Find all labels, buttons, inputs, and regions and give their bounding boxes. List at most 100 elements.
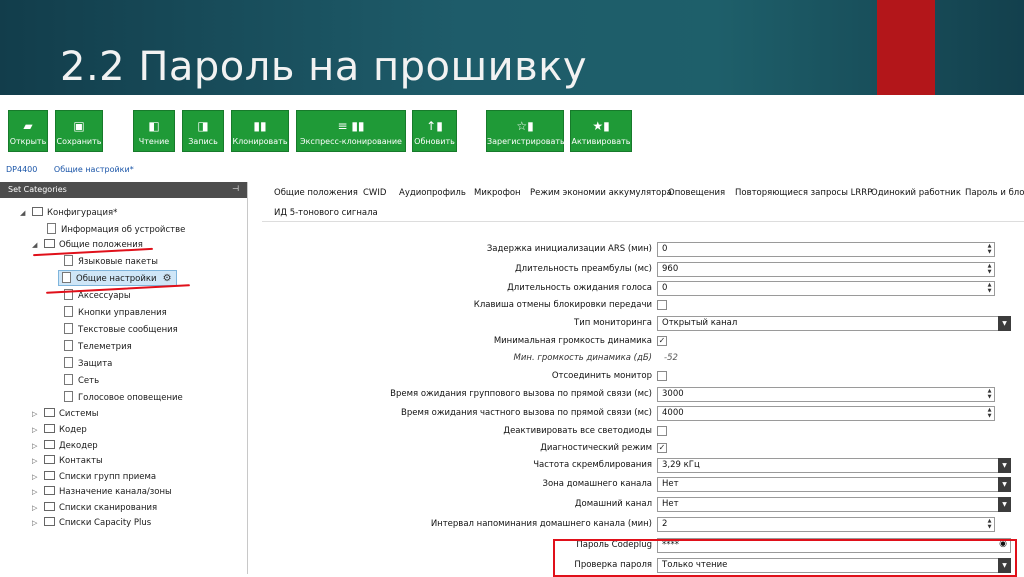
setting-row: Зона домашнего канала Нет ▼ — [262, 476, 1024, 494]
tree-item-systems[interactable]: ▷ Системы — [32, 406, 98, 422]
monitor-type-select[interactable]: Открытый канал ▼ — [657, 316, 1011, 331]
expand-arrow-icon[interactable]: ▷ — [32, 484, 44, 500]
chevron-down-icon[interactable]: ▼ — [998, 316, 1011, 331]
config-icon — [32, 207, 43, 216]
breadcrumb-device[interactable]: DP4400 — [6, 165, 37, 174]
update-button[interactable]: ↑▮ Обновить — [412, 110, 457, 152]
expand-arrow-icon[interactable]: ▷ — [32, 406, 44, 422]
spinner-icon[interactable]: ▲ ▼ — [985, 282, 994, 295]
tree-item-encoder[interactable]: ▷ Кодер — [32, 422, 87, 438]
chevron-down-icon[interactable]: ▼ — [998, 477, 1011, 492]
tree-item-configuration[interactable]: ◢ Конфигурация* — [20, 205, 117, 221]
page-icon — [64, 323, 73, 334]
read-button[interactable]: ◧ Чтение — [133, 110, 175, 152]
slide-title: 2.2 Пароль на прошивку — [60, 44, 588, 90]
tree-item-device-info[interactable]: Информация об устройстве — [47, 222, 185, 238]
group-call-hang-input[interactable]: 3000 ▲ ▼ — [657, 387, 995, 402]
page-icon — [64, 306, 73, 317]
tree-item-capacity-plus[interactable]: ▷ Списки Capacity Plus — [32, 515, 151, 531]
activate-button[interactable]: ★▮ Активировать — [570, 110, 632, 152]
ars-delay-input[interactable]: 0 ▲ ▼ — [657, 242, 995, 257]
expand-arrow-icon[interactable]: ▷ — [32, 500, 44, 516]
home-zone-select[interactable]: Нет ▼ — [657, 477, 1011, 492]
home-channel-select[interactable]: Нет ▼ — [657, 497, 1011, 512]
open-button[interactable]: ▰ Открыть — [8, 110, 48, 152]
chevron-down-icon[interactable]: ▼ — [998, 497, 1011, 512]
tab-lone-worker[interactable]: Одинокий работник — [871, 188, 961, 198]
tree-item-text-messages[interactable]: Текстовые сообщения — [64, 322, 178, 338]
register-button[interactable]: ☆▮ Зарегистрировать — [486, 110, 565, 152]
home-reminder-interval-input[interactable]: 2 ▲ ▼ — [657, 517, 995, 532]
spinner-icon[interactable]: ▲ ▼ — [985, 407, 994, 420]
private-call-hang-input[interactable]: 4000 ▲ ▼ — [657, 406, 995, 421]
tree-item-decoder[interactable]: ▷ Декодер — [32, 438, 98, 454]
spinner-icon[interactable]: ▲ ▼ — [985, 518, 994, 531]
setting-row: Мин. громкость динамика (дБ) -52 — [513, 353, 678, 363]
spinner-icon[interactable]: ▲ ▼ — [985, 243, 994, 256]
collapse-arrow-icon[interactable]: ◢ — [32, 237, 44, 253]
tree-item-buttons[interactable]: Кнопки управления — [64, 305, 167, 321]
tree-item-channel-zone[interactable]: ▷ Назначение канала/зоны — [32, 484, 172, 500]
disconnect-monitor-checkbox[interactable] — [657, 371, 667, 381]
tree-item-contacts[interactable]: ▷ Контакты — [32, 453, 103, 469]
tree-item-telemetry[interactable]: Телеметрия — [64, 339, 132, 355]
tree-item-general-settings[interactable]: Общие настройки ⚙ — [58, 270, 177, 286]
collapse-arrow-icon[interactable]: ◢ — [20, 205, 32, 221]
voice-hang-time-input[interactable]: 0 ▲ ▼ — [657, 281, 995, 296]
page-icon — [64, 391, 73, 402]
tab-audio-profile[interactable]: Аудиопрофиль — [399, 188, 466, 198]
chevron-down-icon[interactable]: ▼ — [998, 458, 1011, 473]
page-icon — [64, 340, 73, 351]
setting-row: Интервал напоминания домашнего канала (м… — [262, 516, 1024, 534]
tree-item-rx-group-lists[interactable]: ▷ Списки групп приема — [32, 469, 156, 485]
express-clone-button[interactable]: ≡ ▮▮ Экспресс-клонирование — [296, 110, 406, 152]
clone-button[interactable]: ▮▮ Клонировать — [231, 110, 289, 152]
tree-item-network[interactable]: Сеть — [64, 373, 99, 389]
setting-row: Диагностический режим ✓ — [540, 443, 667, 453]
annotation-highlight-box — [553, 539, 1017, 577]
expand-arrow-icon[interactable]: ▷ — [32, 453, 44, 469]
setting-row: Время ожидания частного вызова по прямой… — [262, 405, 1024, 423]
spinner-icon[interactable]: ▲ ▼ — [985, 388, 994, 401]
expand-arrow-icon[interactable]: ▷ — [32, 469, 44, 485]
save-button[interactable]: ▣ Сохранить — [55, 110, 103, 152]
spinner-icon[interactable]: ▲ ▼ — [985, 263, 994, 276]
disable-leds-checkbox[interactable] — [657, 426, 667, 436]
tree-item-voice-announcement[interactable]: Голосовое оповещение — [64, 390, 183, 406]
min-volume-checkbox[interactable]: ✓ — [657, 336, 667, 346]
update-icon: ↑▮ — [426, 119, 443, 133]
tab-lrrp[interactable]: Повторяющиеся запросы LRRP — [735, 188, 872, 198]
folder-icon — [44, 455, 55, 464]
register-icon: ☆▮ — [516, 119, 534, 133]
pin-icon[interactable]: ⊣ — [232, 184, 239, 193]
tab-general[interactable]: Общие положения — [274, 188, 358, 198]
tab-battery-saver[interactable]: Режим экономии аккумулятора — [530, 188, 672, 198]
scrambling-frequency-select[interactable]: 3,29 кГц ▼ — [657, 458, 1011, 473]
folder-icon: ▰ — [23, 119, 33, 133]
expand-arrow-icon[interactable]: ▷ — [32, 438, 44, 454]
gear-icon: ⚙ — [162, 273, 172, 284]
setting-row: Клавиша отмены блокировки передачи — [262, 297, 1024, 315]
expand-arrow-icon[interactable]: ▷ — [32, 515, 44, 531]
tree-header: Set Categories ⊣ — [0, 182, 247, 198]
expand-arrow-icon[interactable]: ▷ — [32, 422, 44, 438]
folder-icon — [44, 502, 55, 511]
tab-cwid[interactable]: CWID — [363, 188, 386, 198]
diagnostic-mode-checkbox[interactable]: ✓ — [657, 443, 667, 453]
folder-icon — [44, 471, 55, 480]
tx-inhibit-override-checkbox[interactable] — [657, 300, 667, 310]
tab-alerts[interactable]: Оповещения — [668, 188, 725, 198]
tree-item-security[interactable]: Защита — [64, 356, 112, 372]
tree-item-language-packs[interactable]: Языковые пакеты — [64, 254, 158, 270]
write-button[interactable]: ◨ Запись — [182, 110, 224, 152]
tab-password-locks[interactable]: Пароль и блоки — [965, 188, 1024, 198]
tab-5-tone-id[interactable]: ИД 5-тонового сигнала — [274, 208, 378, 218]
preamble-duration-input[interactable]: 960 ▲ ▼ — [657, 262, 995, 277]
setting-row: Длительность ожидания голоса 0 ▲ ▼ — [262, 280, 1024, 298]
breadcrumb-page[interactable]: Общие настройки* — [54, 165, 134, 174]
tree-item-scan-lists[interactable]: ▷ Списки сканирования — [32, 500, 157, 516]
folder-icon — [44, 424, 55, 433]
tab-microphone[interactable]: Микрофон — [474, 188, 521, 198]
red-accent-bar — [877, 0, 935, 95]
page-icon — [62, 272, 71, 283]
